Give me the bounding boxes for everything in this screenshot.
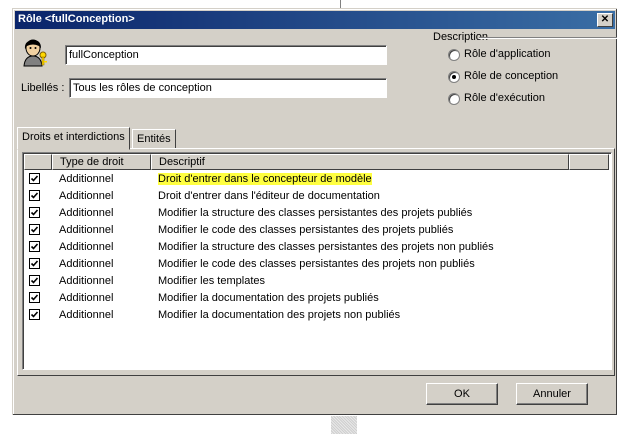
checkmark-icon: [30, 294, 39, 301]
column-header-type[interactable]: Type de droit: [52, 154, 151, 170]
cell-type: Additionnel: [59, 173, 114, 185]
tab-panel: Type de droit Descriptif Additionnel Droi…: [17, 148, 615, 376]
row-checkbox[interactable]: [29, 275, 40, 286]
cell-descriptif: Modifier les templates: [158, 275, 265, 287]
checkmark-icon: [30, 311, 39, 318]
ok-button[interactable]: OK: [426, 383, 498, 405]
cell-type: Additionnel: [59, 309, 114, 321]
column-header-check[interactable]: [24, 154, 52, 170]
row-checkbox[interactable]: [29, 224, 40, 235]
close-button[interactable]: ✕: [597, 13, 613, 27]
cell-descriptif: Modifier la documentation des projets pu…: [158, 292, 379, 304]
radio-label: Rôle de conception: [464, 70, 559, 82]
libelles-label: Libellés :: [21, 82, 65, 94]
cell-descriptif: Modifier la structure des classes persis…: [158, 241, 494, 253]
table-row[interactable]: Additionnel Modifier le code des classes …: [24, 222, 609, 239]
table-row[interactable]: Additionnel Droit d'entrer dans l'éditeur…: [24, 188, 609, 205]
radio-button[interactable]: [448, 71, 460, 83]
background-divider: [340, 0, 341, 8]
row-checkbox[interactable]: [29, 207, 40, 218]
cell-type: Additionnel: [59, 292, 114, 304]
table-row[interactable]: Additionnel Modifier la structure des cla…: [24, 205, 609, 222]
row-checkbox[interactable]: [29, 190, 40, 201]
libelles-field-value: Tous les rôles de conception: [73, 82, 212, 94]
cell-type: Additionnel: [59, 241, 114, 253]
role-dialog: Rôle <fullConception> ✕ fullConception L…: [12, 8, 617, 415]
title-bar: Rôle <fullConception> ✕: [15, 11, 615, 29]
libelles-field[interactable]: Tous les rôles de conception: [69, 78, 387, 98]
close-icon: ✕: [600, 14, 610, 25]
cell-descriptif: Droit d'entrer dans le concepteur de mod…: [158, 173, 372, 185]
cell-type: Additionnel: [59, 275, 114, 287]
column-header-descriptif[interactable]: Descriptif: [151, 154, 569, 170]
column-header-extra[interactable]: [569, 154, 609, 170]
radio-label: Rôle d'exécution: [464, 92, 545, 104]
radio-label: Rôle d'application: [464, 48, 551, 60]
table-row[interactable]: Additionnel Modifier la documentation des…: [24, 290, 609, 307]
tab-entites[interactable]: Entités: [132, 129, 176, 149]
row-checkbox[interactable]: [29, 309, 40, 320]
cell-descriptif: Droit d'entrer dans l'éditeur de documen…: [158, 190, 380, 202]
rights-list[interactable]: Type de droit Descriptif Additionnel Droi…: [22, 152, 612, 370]
row-checkbox[interactable]: [29, 258, 40, 269]
description-group-line: [479, 37, 617, 38]
name-field[interactable]: fullConception: [65, 45, 387, 65]
radio-button[interactable]: [448, 93, 460, 105]
cell-descriptif: Modifier la documentation des projets no…: [158, 309, 401, 321]
row-checkbox[interactable]: [29, 173, 40, 184]
checkmark-icon: [30, 243, 39, 250]
cell-descriptif: Modifier la structure des classes persis…: [158, 207, 473, 219]
cell-type: Additionnel: [59, 258, 114, 270]
checkmark-icon: [30, 260, 39, 267]
cell-type: Additionnel: [59, 207, 114, 219]
table-row[interactable]: Additionnel Droit d'entrer dans le concep…: [24, 171, 609, 188]
radio-button[interactable]: [448, 49, 460, 61]
cell-type: Additionnel: [59, 224, 114, 236]
window-title: Rôle <fullConception>: [18, 13, 135, 25]
checkmark-icon: [30, 277, 39, 284]
checkmark-icon: [30, 192, 39, 199]
table-row[interactable]: Additionnel Modifier les templates: [24, 273, 609, 290]
checkmark-icon: [30, 209, 39, 216]
name-field-value: fullConception: [69, 49, 139, 61]
row-checkbox[interactable]: [29, 241, 40, 252]
table-row[interactable]: Additionnel Modifier la structure des cla…: [24, 239, 609, 256]
background-pattern: [331, 416, 357, 434]
cell-descriptif: Modifier le code des classes persistante…: [158, 258, 475, 270]
table-row[interactable]: Additionnel Modifier le code des classes …: [24, 256, 609, 273]
cell-descriptif: Modifier le code des classes persistante…: [158, 224, 454, 236]
cancel-button[interactable]: Annuler: [516, 383, 588, 405]
row-checkbox[interactable]: [29, 292, 40, 303]
user-key-icon: [23, 39, 47, 67]
cell-type: Additionnel: [59, 190, 114, 202]
table-row[interactable]: Additionnel Modifier la documentation des…: [24, 307, 609, 324]
tab-droits-interdictions[interactable]: Droits et interdictions: [17, 127, 130, 150]
checkmark-icon: [30, 175, 39, 182]
checkmark-icon: [30, 226, 39, 233]
